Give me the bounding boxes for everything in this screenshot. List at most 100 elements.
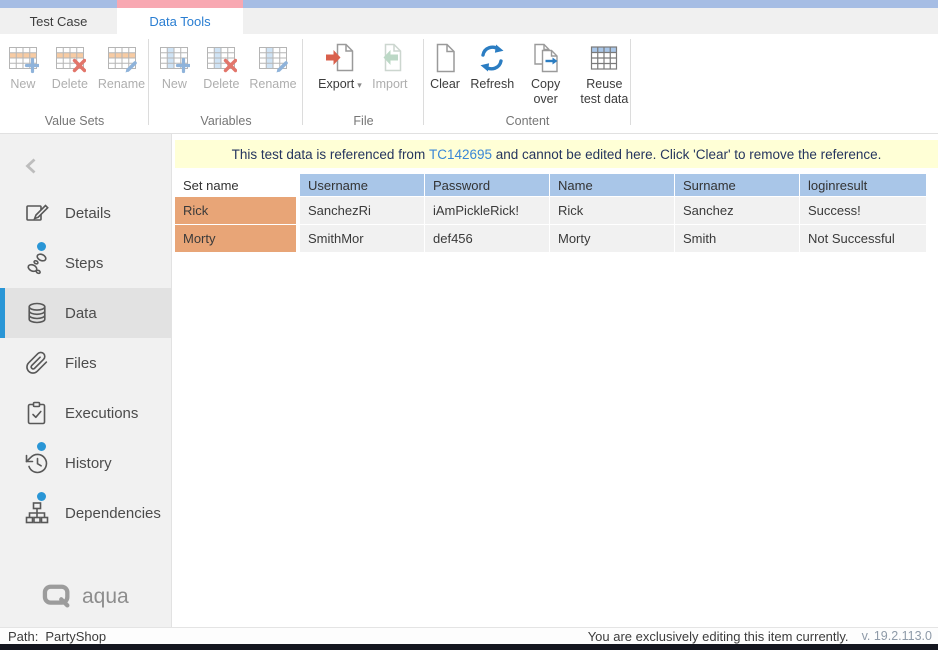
aqua-logo-icon: [40, 583, 76, 611]
column-header-set-name[interactable]: Set name: [175, 174, 296, 196]
dropdown-caret-icon: ▾: [357, 80, 362, 90]
variable-delete-icon: [205, 42, 237, 74]
notification-dot: [37, 492, 46, 501]
table-cell[interactable]: Smith: [675, 225, 799, 252]
history-icon: [24, 450, 50, 476]
editing-status-text: You are exclusively editing this item cu…: [588, 629, 849, 644]
refresh-label: Refresh: [470, 77, 514, 92]
reference-notice: This test data is referenced from TC1426…: [175, 140, 938, 168]
collapse-sidebar-button[interactable]: [16, 150, 48, 182]
ribbon-group-value-sets: New Delete: [0, 34, 149, 133]
table-cell[interactable]: iAmPickleRick!: [425, 197, 549, 224]
sidebar-item-label: History: [65, 455, 112, 472]
export-icon: [324, 42, 356, 74]
ribbon-group-file: Export▾ Import File: [303, 34, 424, 133]
variable-new-label: New: [162, 77, 187, 92]
sidebar-item-executions[interactable]: Executions: [0, 388, 171, 438]
clear-icon: [429, 42, 461, 74]
table-cell[interactable]: Success!: [800, 197, 926, 224]
table-row: Rick SanchezRi iAmPickleRick! Rick Sanch…: [175, 197, 926, 224]
valueset-rename-label: Rename: [98, 77, 145, 92]
notice-text-prefix: This test data is referenced from: [232, 147, 429, 162]
reuse-test-data-icon: [588, 42, 620, 74]
sidebar-item-files[interactable]: Files: [0, 338, 171, 388]
sidebar-item-details[interactable]: Details: [0, 188, 171, 238]
tab-data-tools[interactable]: Data Tools: [117, 8, 243, 34]
group-label-value-sets: Value Sets: [0, 114, 149, 128]
status-right: You are exclusively editing this item cu…: [588, 629, 932, 644]
valueset-rename-icon: [106, 42, 138, 74]
variable-rename-icon: [257, 42, 289, 74]
bottom-dark-strip: [0, 644, 938, 650]
clipboard-check-icon: [24, 400, 50, 426]
variable-delete-label: Delete: [203, 77, 239, 92]
path-breadcrumb: Path: PartyShop: [8, 629, 106, 644]
sidebar-item-label: Details: [65, 205, 111, 222]
top-accent-strip: [0, 0, 938, 8]
test-data-grid: Set name Username Password Name Surname …: [175, 174, 926, 253]
notification-dot: [37, 442, 46, 451]
import-icon: [374, 42, 406, 74]
column-header-username[interactable]: Username: [300, 174, 424, 196]
table-cell[interactable]: Morty: [550, 225, 674, 252]
sidebar-item-label: Dependencies: [65, 505, 161, 522]
table-cell[interactable]: SanchezRi: [300, 197, 424, 224]
import-label: Import: [372, 77, 407, 92]
notice-text-suffix: and cannot be edited here. Click 'Clear'…: [492, 147, 881, 162]
valueset-new-icon: [7, 42, 39, 74]
paperclip-icon: [24, 350, 50, 376]
group-label-variables: Variables: [149, 114, 303, 128]
valueset-delete-label: Delete: [52, 77, 88, 92]
sidebar-item-label: Executions: [65, 405, 138, 422]
valueset-new-label: New: [10, 77, 35, 92]
refresh-icon: [476, 42, 508, 74]
group-label-content: Content: [424, 114, 631, 128]
ribbon-group-content: Clear Refresh Copy over: [424, 34, 631, 133]
variable-rename-label: Rename: [249, 77, 296, 92]
active-tab-indicator: [117, 0, 243, 8]
hierarchy-icon: [24, 500, 50, 526]
column-header-loginresult[interactable]: loginresult: [800, 174, 926, 196]
group-label-file: File: [303, 114, 424, 128]
table-header-row: Set name Username Password Name Surname …: [175, 174, 926, 196]
database-icon: [24, 300, 50, 326]
column-header-password[interactable]: Password: [425, 174, 549, 196]
clear-label: Clear: [430, 77, 460, 92]
path-value: PartyShop: [45, 629, 106, 644]
export-label: Export▾: [318, 77, 362, 93]
table-cell[interactable]: def456: [425, 225, 549, 252]
variable-new-icon: [158, 42, 190, 74]
sidebar-item-data[interactable]: Data: [0, 288, 171, 338]
table-cell[interactable]: Rick: [550, 197, 674, 224]
table-cell[interactable]: Sanchez: [675, 197, 799, 224]
reuse-test-data-label: Reuse test data: [580, 77, 629, 107]
ribbon-group-variables: New Delete: [149, 34, 303, 133]
table-cell[interactable]: Not Successful: [800, 225, 926, 252]
path-label: Path:: [8, 629, 38, 644]
sidebar-item-dependencies[interactable]: Dependencies: [0, 488, 171, 538]
tc-reference-link[interactable]: TC142695: [429, 147, 492, 162]
steps-icon: [24, 250, 50, 276]
set-name-cell[interactable]: Rick: [175, 197, 296, 224]
column-header-name[interactable]: Name: [550, 174, 674, 196]
valueset-delete-icon: [54, 42, 86, 74]
chevron-left-icon: [19, 153, 45, 179]
tab-test-case[interactable]: Test Case: [0, 8, 117, 34]
sidebar-item-label: Files: [65, 355, 97, 372]
ribbon-tab-bar: Test Case Data Tools: [0, 8, 938, 34]
sidebar: Details Steps Data Files Ex: [0, 134, 172, 627]
ribbon: New Delete: [0, 34, 938, 134]
set-name-cell[interactable]: Morty: [175, 225, 296, 252]
aqua-logo-text: aqua: [82, 585, 129, 609]
sidebar-item-label: Data: [65, 305, 97, 322]
copy-over-icon: [530, 42, 562, 74]
notification-dot: [37, 242, 46, 251]
table-cell[interactable]: SmithMor: [300, 225, 424, 252]
version-text: v. 19.2.113.0: [862, 629, 932, 643]
sidebar-item-steps[interactable]: Steps: [0, 238, 171, 288]
status-bar: Path: PartyShop You are exclusively edit…: [0, 627, 938, 644]
column-header-surname[interactable]: Surname: [675, 174, 799, 196]
aqua-logo: aqua: [40, 583, 129, 611]
edit-icon: [24, 200, 50, 226]
sidebar-item-history[interactable]: History: [0, 438, 171, 488]
